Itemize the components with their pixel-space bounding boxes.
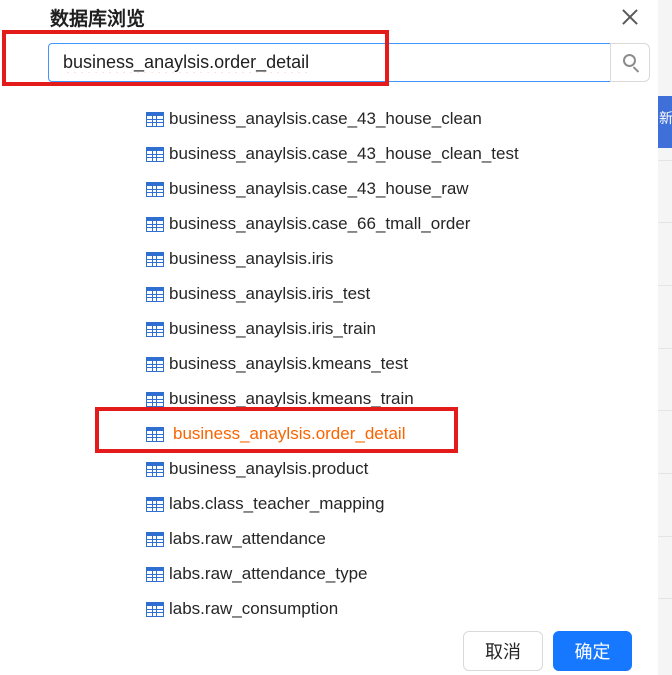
search-button[interactable] [610,43,650,82]
tree-item[interactable]: business_anaylsis.case_43_house_raw [146,177,469,201]
table-icon [146,216,164,232]
tree-item-label: business_anaylsis.order_detail [173,424,406,443]
cancel-button[interactable]: 取消 [463,631,543,671]
tree-item-selected[interactable]: business_anaylsis.order_detail [146,422,405,446]
tree-item[interactable]: business_anaylsis.case_43_house_clean [146,107,482,131]
tree-item-label: labs.class_teacher_mapping [169,494,385,513]
tree-item-label: business_anaylsis.iris_train [169,319,376,338]
tree-item-label: business_anaylsis.iris_test [169,284,371,303]
table-icon [146,321,164,337]
ok-button[interactable]: 确定 [553,631,632,671]
tree-item-label: business_anaylsis.case_43_house_raw [169,179,469,198]
dialog-title: 数据库浏览 [50,8,146,30]
search-input[interactable] [48,43,611,82]
tree-item[interactable]: business_anaylsis.product [146,457,368,481]
tree-item-label: business_anaylsis.case_43_house_clean [169,109,482,128]
tree-item[interactable]: business_anaylsis.iris_test [146,282,370,306]
tree-item[interactable]: business_anaylsis.kmeans_train [146,387,414,411]
tree-item-label: business_anaylsis.product [169,459,369,478]
tree-item-label: labs.raw_attendance [169,529,326,548]
table-icon [146,111,164,127]
table-icon [146,391,164,407]
tree-item[interactable]: business_anaylsis.iris_train [146,317,376,341]
tree-item-label: business_anaylsis.case_66_tmall_order [169,214,471,233]
tree-item-label: business_anaylsis.iris [169,249,334,268]
tree-item[interactable]: business_anaylsis.case_66_tmall_order [146,212,470,236]
tree-item[interactable]: labs.class_teacher_mapping [146,492,384,516]
tree-item-label: business_anaylsis.case_43_house_clean_te… [169,144,519,163]
search-icon [623,54,636,67]
tree-item-label: labs.raw_attendance_type [169,564,368,583]
tree-item[interactable]: labs.raw_attendance [146,527,326,551]
background-panel-edge: 新 [658,0,672,675]
table-icon [146,426,164,442]
tree-item[interactable]: business_anaylsis.case_43_house_clean_te… [146,142,519,166]
table-icon [146,181,164,197]
background-tab: 新 [658,96,672,148]
table-icon [146,286,164,302]
table-icon [146,496,164,512]
table-tree-list[interactable]: business_anaylsis.case_43_house_clean bu… [0,84,640,618]
close-icon[interactable] [618,5,642,29]
table-icon [146,461,164,477]
tree-item[interactable]: labs.raw_attendance_type [146,562,367,586]
table-icon [146,601,164,617]
table-icon [146,566,164,582]
table-icon [146,251,164,267]
tree-item[interactable]: labs.raw_consumption [146,597,338,618]
table-icon [146,146,164,162]
table-icon [146,356,164,372]
tree-item[interactable]: business_anaylsis.kmeans_test [146,352,408,376]
tree-item-label: business_anaylsis.kmeans_train [169,389,414,408]
tree-item-label: business_anaylsis.kmeans_test [169,354,409,373]
table-icon [146,531,164,547]
tree-item[interactable]: business_anaylsis.iris [146,247,333,271]
tree-item-label: labs.raw_consumption [169,599,339,618]
